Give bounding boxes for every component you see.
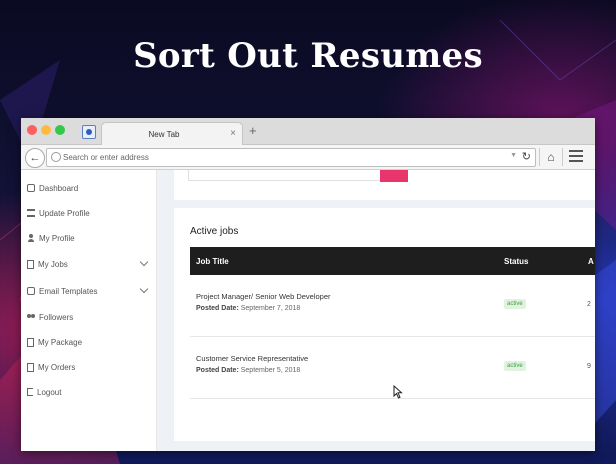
headline: Sort Out Resumes bbox=[133, 36, 483, 76]
list-icon bbox=[27, 209, 35, 217]
posted-date: Posted Date: September 5, 2018 bbox=[196, 367, 300, 374]
tab-close-icon[interactable]: × bbox=[230, 128, 236, 139]
active-jobs-card: Active jobs Job Title Status A Project M… bbox=[174, 208, 595, 441]
users-icon bbox=[27, 313, 35, 321]
email-icon bbox=[27, 287, 35, 295]
address-input[interactable] bbox=[63, 151, 503, 163]
hamburger-menu-icon[interactable] bbox=[569, 150, 583, 162]
column-header-title[interactable]: Job Title bbox=[196, 257, 229, 266]
search-button[interactable] bbox=[380, 170, 408, 182]
sidebar-item-my-profile[interactable]: My Profile bbox=[27, 231, 151, 245]
job-title-link[interactable]: Customer Service Representative bbox=[196, 354, 308, 363]
tab-favicon-icon bbox=[82, 125, 96, 139]
sidebar-item-label: My Profile bbox=[39, 233, 75, 243]
dropdown-icon[interactable]: ▼ bbox=[510, 152, 517, 159]
sidebar-item-dashboard[interactable]: Dashboard bbox=[27, 181, 151, 195]
main-content: Active jobs Job Title Status A Project M… bbox=[157, 170, 595, 451]
reload-icon[interactable]: ↻ bbox=[522, 150, 531, 163]
maximize-window-button[interactable] bbox=[55, 125, 65, 135]
sidebar-item-label: Update Profile bbox=[39, 208, 90, 218]
section-title: Active jobs bbox=[190, 226, 239, 237]
new-tab-button[interactable]: + bbox=[249, 123, 257, 138]
search-field[interactable] bbox=[188, 170, 382, 181]
sidebar-item-my-orders[interactable]: My Orders bbox=[27, 360, 151, 374]
search-card bbox=[174, 170, 595, 200]
sidebar-item-update-profile[interactable]: Update Profile bbox=[27, 206, 151, 220]
close-window-button[interactable] bbox=[27, 125, 37, 135]
posted-date-value: September 5, 2018 bbox=[240, 367, 301, 374]
back-button[interactable]: ← bbox=[25, 148, 45, 168]
dashboard-icon bbox=[27, 184, 35, 192]
posted-date-label: Posted Date: bbox=[196, 305, 239, 312]
status-badge: active bbox=[504, 299, 526, 309]
document-icon bbox=[27, 337, 34, 347]
posted-date-value: September 7, 2018 bbox=[240, 305, 301, 312]
logout-icon bbox=[27, 388, 33, 396]
sidebar-item-label: My Orders bbox=[38, 362, 76, 372]
applications-count[interactable]: 9 bbox=[587, 363, 591, 370]
chevron-down-icon bbox=[139, 284, 149, 294]
home-button[interactable]: ⌂ bbox=[539, 148, 563, 166]
address-bar[interactable]: ▼ ↻ bbox=[46, 148, 536, 167]
sidebar-item-label: Followers bbox=[39, 312, 74, 322]
applications-count[interactable]: 2 bbox=[587, 301, 591, 308]
table-header: Job Title Status A bbox=[190, 247, 595, 275]
minimize-window-button[interactable] bbox=[41, 125, 51, 135]
posted-date: Posted Date: September 7, 2018 bbox=[196, 305, 300, 312]
mouse-cursor-icon bbox=[393, 385, 403, 399]
document-icon bbox=[27, 259, 34, 269]
table-row[interactable]: Project Manager/ Senior Web Developer Po… bbox=[190, 275, 595, 337]
column-header-status[interactable]: Status bbox=[504, 257, 528, 266]
user-icon bbox=[27, 234, 35, 242]
navigation-bar: ← ▼ ↻ ⌂ bbox=[21, 145, 595, 170]
sidebar-item-logout[interactable]: Logout bbox=[27, 385, 151, 399]
sidebar-item-my-package[interactable]: My Package bbox=[27, 335, 151, 349]
browser-window: New Tab × + ← ▼ ↻ ⌂ Dashboard Update Pro… bbox=[21, 118, 595, 451]
posted-date-label: Posted Date: bbox=[196, 367, 239, 374]
sidebar: Dashboard Update Profile My Profile My J… bbox=[21, 170, 157, 451]
title-bar: New Tab × + bbox=[21, 118, 595, 145]
tab-title: New Tab bbox=[148, 130, 180, 139]
document-icon bbox=[27, 362, 34, 372]
column-header-applications[interactable]: A bbox=[588, 257, 594, 266]
sidebar-item-my-jobs[interactable]: My Jobs bbox=[27, 257, 151, 271]
sidebar-item-email-templates[interactable]: Email Templates bbox=[27, 284, 151, 298]
chevron-down-icon bbox=[139, 257, 149, 267]
status-badge: active bbox=[504, 361, 526, 371]
sidebar-item-followers[interactable]: Followers bbox=[27, 310, 151, 324]
job-title-link[interactable]: Project Manager/ Senior Web Developer bbox=[196, 292, 331, 301]
sidebar-item-label: My Package bbox=[38, 337, 83, 347]
sidebar-item-label: Logout bbox=[37, 387, 62, 397]
sidebar-item-label: Email Templates bbox=[39, 286, 98, 296]
sidebar-item-label: Dashboard bbox=[39, 183, 79, 193]
browser-tab[interactable]: New Tab × bbox=[101, 122, 243, 145]
sidebar-item-label: My Jobs bbox=[38, 259, 68, 269]
search-icon bbox=[51, 152, 61, 162]
